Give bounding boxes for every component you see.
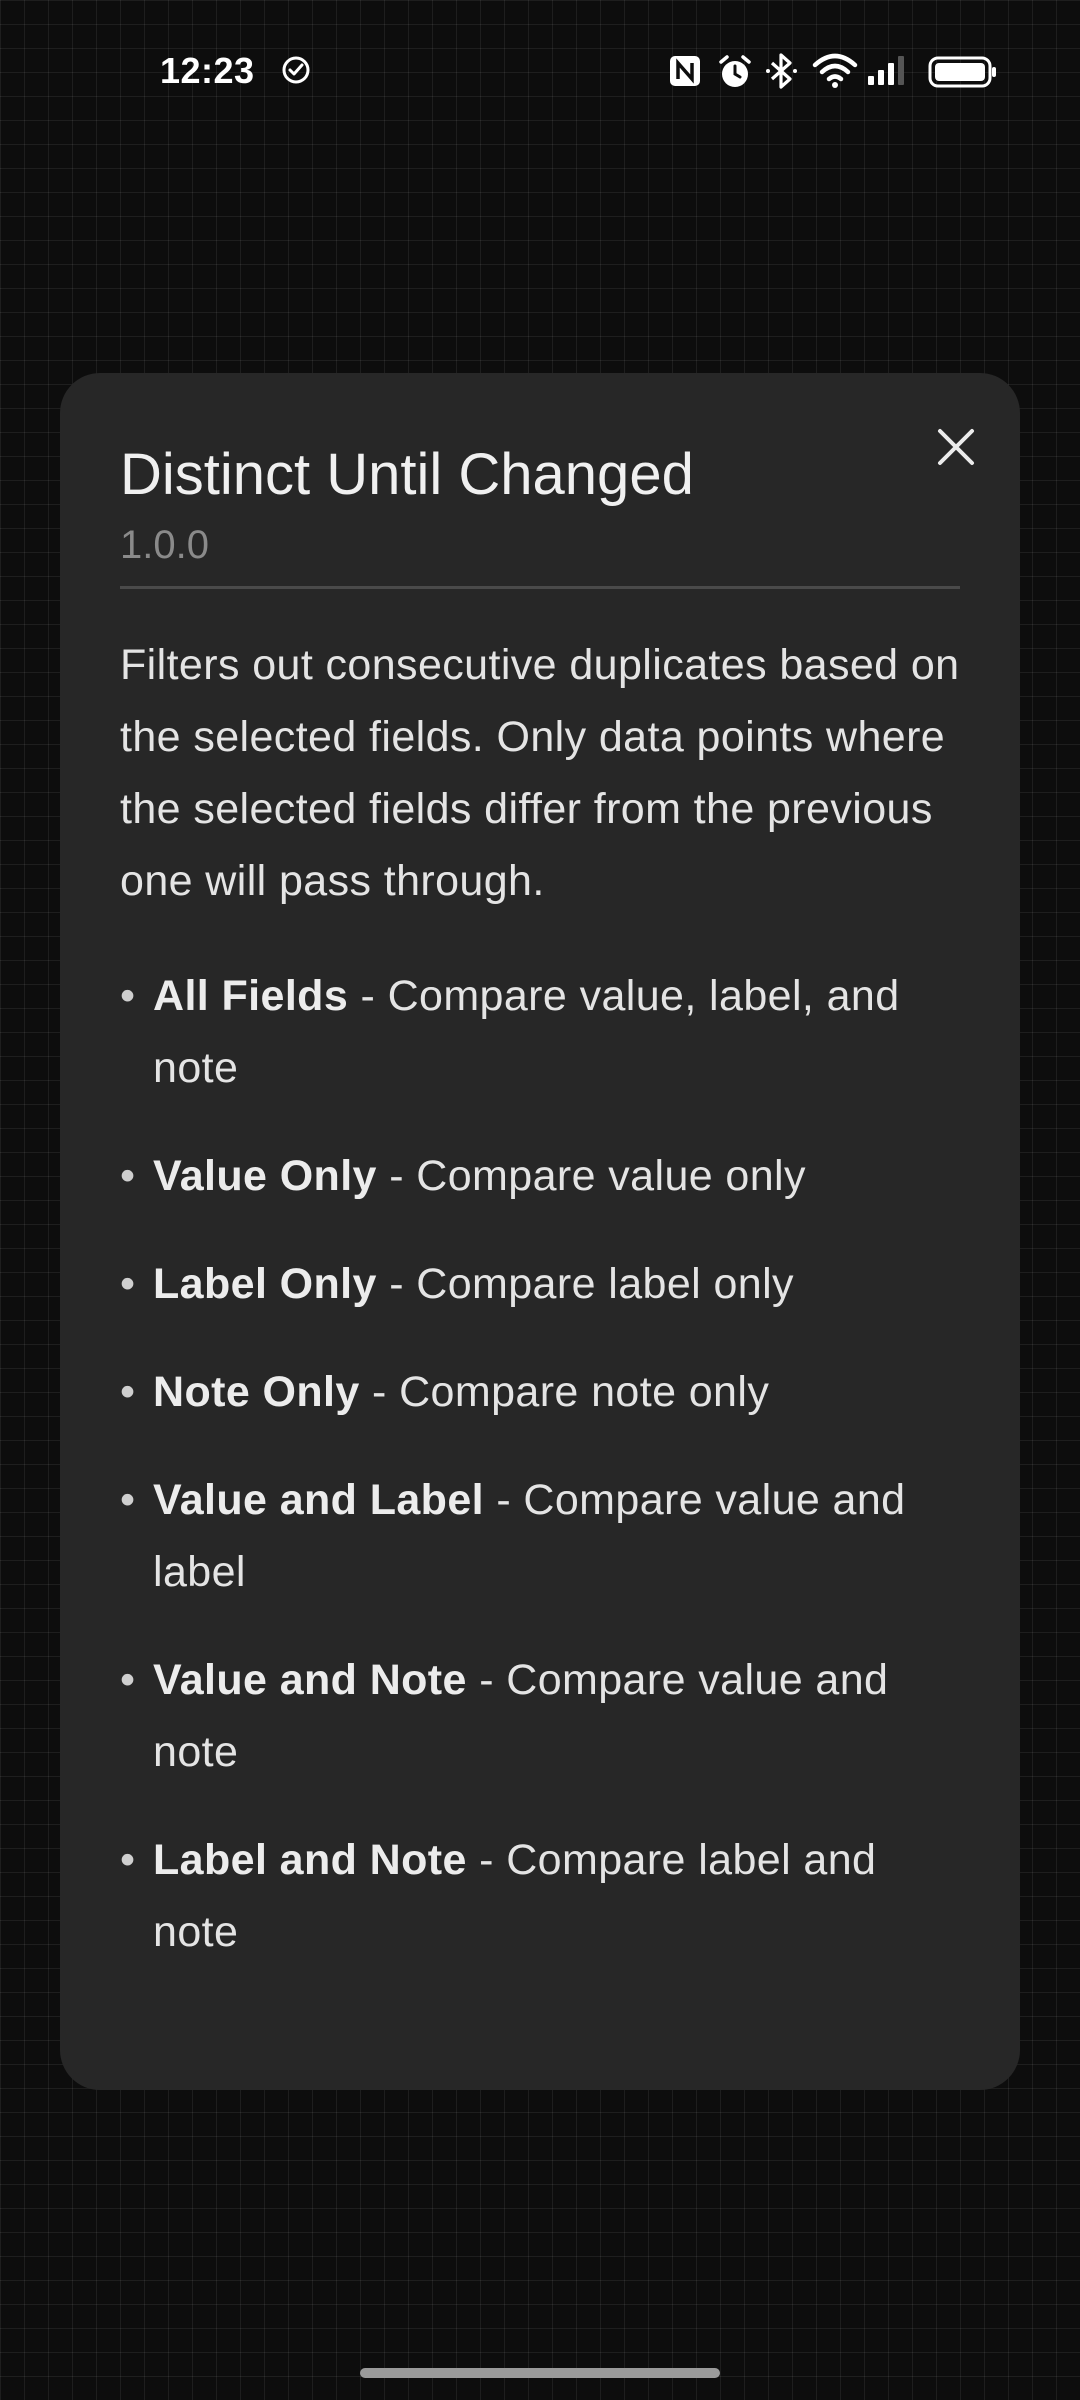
home-indicator[interactable] [360, 2368, 720, 2378]
option-description: - Compare note only [359, 1367, 770, 1416]
option-name: Label and Note [153, 1835, 467, 1884]
option-name: Label Only [153, 1259, 377, 1308]
option-name: Value Only [153, 1151, 377, 1200]
option-name: All Fields [153, 971, 349, 1020]
wifi-icon [812, 53, 858, 94]
version-label: 1.0.0 [120, 522, 209, 567]
list-item: Label and Note - Compare label and note [120, 1824, 960, 1968]
battery-icon [928, 56, 998, 93]
list-item: Value and Label - Compare value and labe… [120, 1464, 960, 1608]
info-dialog: Distinct Until Changed 1.0.0 Filters out… [60, 373, 1020, 2090]
list-item: Label Only - Compare label only [120, 1248, 960, 1320]
list-item: Value Only - Compare value only [120, 1140, 960, 1212]
nfc-icon [668, 54, 702, 93]
list-item: Note Only - Compare note only [120, 1356, 960, 1428]
option-name: Value and Note [153, 1655, 467, 1704]
check-circle-icon [280, 54, 312, 91]
option-description: - Compare value only [376, 1151, 806, 1200]
options-list: All Fields - Compare value, label, and n… [120, 960, 960, 1968]
list-item: All Fields - Compare value, label, and n… [120, 960, 960, 1104]
dialog-title: Distinct Until Changed [120, 442, 694, 507]
description-text: Filters out consecutive duplicates based… [120, 640, 960, 905]
status-bar: 12:23 [0, 0, 1080, 140]
divider [120, 585, 960, 589]
option-description: - Compare label only [376, 1259, 794, 1308]
list-item: Value and Note - Compare value and note [120, 1644, 960, 1788]
close-icon [938, 429, 974, 465]
status-time: 12:23 [160, 50, 255, 91]
option-name: Note Only [153, 1367, 360, 1416]
bluetooth-icon [764, 52, 800, 95]
alarm-icon [717, 54, 753, 95]
close-button[interactable] [926, 417, 986, 477]
option-name: Value and Label [153, 1475, 484, 1524]
signal-icon [866, 54, 910, 91]
